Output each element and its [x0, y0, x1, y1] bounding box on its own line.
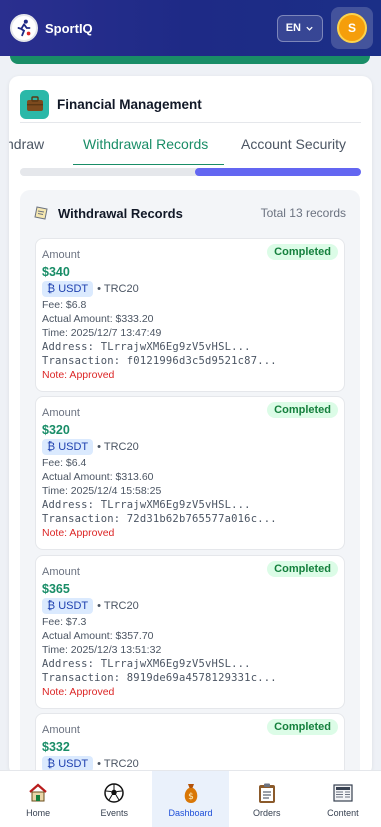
fee: Fee: $6.8: [42, 299, 87, 311]
language-label: EN: [285, 22, 301, 34]
time: Time: 2025/12/3 13:51:32: [42, 644, 162, 656]
address: Address: TLrrajwXM6Eg9zV5vHSL...: [42, 499, 251, 511]
clipboard-icon: [257, 781, 277, 805]
user-menu-button[interactable]: S: [331, 7, 373, 49]
network-label: • TRC20: [97, 441, 139, 453]
note: Note: Approved: [42, 527, 115, 539]
record-card[interactable]: Amount $332 ₿ USDT • TRC20 Completed: [35, 713, 345, 776]
newspaper-icon: [332, 781, 354, 805]
amount-value: $332: [42, 740, 70, 754]
currency-chip: ₿ USDT: [42, 281, 94, 297]
actual-amount: Actual Amount: $313.60: [42, 471, 154, 483]
records-total: Total 13 records: [260, 206, 346, 220]
tab-account-security[interactable]: Account Security: [241, 136, 346, 152]
actual-amount: Actual Amount: $357.70: [42, 630, 154, 642]
network-label: • TRC20: [97, 600, 139, 612]
network-label: • TRC20: [97, 758, 139, 770]
briefcase-icon: [20, 89, 49, 119]
chevron-down-icon: [306, 26, 313, 31]
runner-icon: [17, 19, 31, 37]
amount-value: $320: [42, 423, 70, 437]
record-card[interactable]: Amount $340 ₿ USDT • TRC20 Fee: $6.8 Act…: [35, 238, 345, 392]
transaction: Transaction: 72d31b62b765577a016c...: [42, 513, 277, 525]
currency-chip: ₿ USDT: [42, 439, 94, 455]
time: Time: 2025/12/7 13:47:49: [42, 327, 162, 339]
record-card[interactable]: Amount $320 ₿ USDT • TRC20 Fee: $6.4 Act…: [35, 396, 345, 550]
tab-scrollbar[interactable]: [20, 168, 361, 176]
note: Note: Approved: [42, 686, 115, 698]
amount-value: $365: [42, 582, 70, 596]
home-icon: [27, 781, 49, 805]
records-title: Withdrawal Records: [58, 205, 183, 221]
transaction: Transaction: 8919de69a4578129331c...: [42, 672, 277, 684]
nav-events[interactable]: Events: [76, 771, 152, 827]
active-tab-indicator: [73, 164, 224, 165]
sportiq-logo[interactable]: [10, 14, 38, 42]
nav-home[interactable]: Home: [0, 771, 76, 827]
nav-orders-label: Orders: [252, 807, 281, 818]
actual-amount: Actual Amount: $333.20: [42, 313, 154, 325]
status-badge: Completed: [267, 402, 338, 418]
address: Address: TLrrajwXM6Eg9zV5vHSL...: [42, 341, 251, 353]
progress-strip: [10, 56, 370, 64]
language-selector[interactable]: EN: [276, 14, 323, 42]
section-title: Financial Management: [57, 96, 202, 112]
amount-value: $340: [42, 265, 70, 279]
fee: Fee: $7.3: [42, 616, 87, 628]
receipt-icon: [34, 206, 48, 220]
status-badge: Completed: [267, 561, 338, 577]
svg-text:$: $: [188, 792, 194, 802]
nav-dashboard[interactable]: $ Dashboard: [152, 771, 229, 827]
nav-content-label: Content: [327, 807, 359, 818]
money-bag-icon: $: [180, 781, 202, 805]
fee: Fee: $6.4: [42, 457, 87, 469]
status-badge: Completed: [267, 719, 338, 735]
time: Time: 2025/12/4 15:58:25: [42, 485, 162, 497]
address: Address: TLrrajwXM6Eg9zV5vHSL...: [42, 658, 251, 670]
network-label: • TRC20: [97, 283, 139, 295]
nav-events-label: Events: [100, 807, 129, 818]
tab-withdraw[interactable]: ndraw: [9, 136, 44, 152]
nav-home-label: Home: [26, 807, 51, 818]
tab-bar: ndraw Withdrawal Records Account Securit…: [9, 123, 372, 165]
scrollbar-thumb[interactable]: [195, 168, 361, 176]
record-card[interactable]: Amount $365 ₿ USDT • TRC20 Fee: $7.3 Act…: [35, 555, 345, 709]
bottom-nav: Home Events $ Dashboard Orders Content: [0, 770, 381, 827]
tab-withdrawal-records[interactable]: Withdrawal Records: [83, 136, 208, 152]
financial-management-card: Financial Management ndraw Withdrawal Re…: [9, 76, 372, 776]
brand-name: SportIQ: [45, 20, 93, 36]
withdrawal-records-panel: Withdrawal Records Total 13 records Amou…: [20, 190, 360, 776]
app-header: SportIQ EN S: [0, 0, 381, 56]
nav-orders[interactable]: Orders: [229, 771, 305, 827]
transaction: Transaction: f0121996d3c5d9521c87...: [42, 355, 277, 367]
currency-chip: ₿ USDT: [42, 598, 94, 614]
avatar: S: [337, 13, 367, 43]
status-badge: Completed: [267, 244, 338, 260]
soccer-ball-icon: [103, 781, 125, 805]
note: Note: Approved: [42, 369, 115, 381]
nav-dashboard-label: Dashboard: [168, 807, 213, 818]
nav-content[interactable]: Content: [305, 771, 381, 827]
